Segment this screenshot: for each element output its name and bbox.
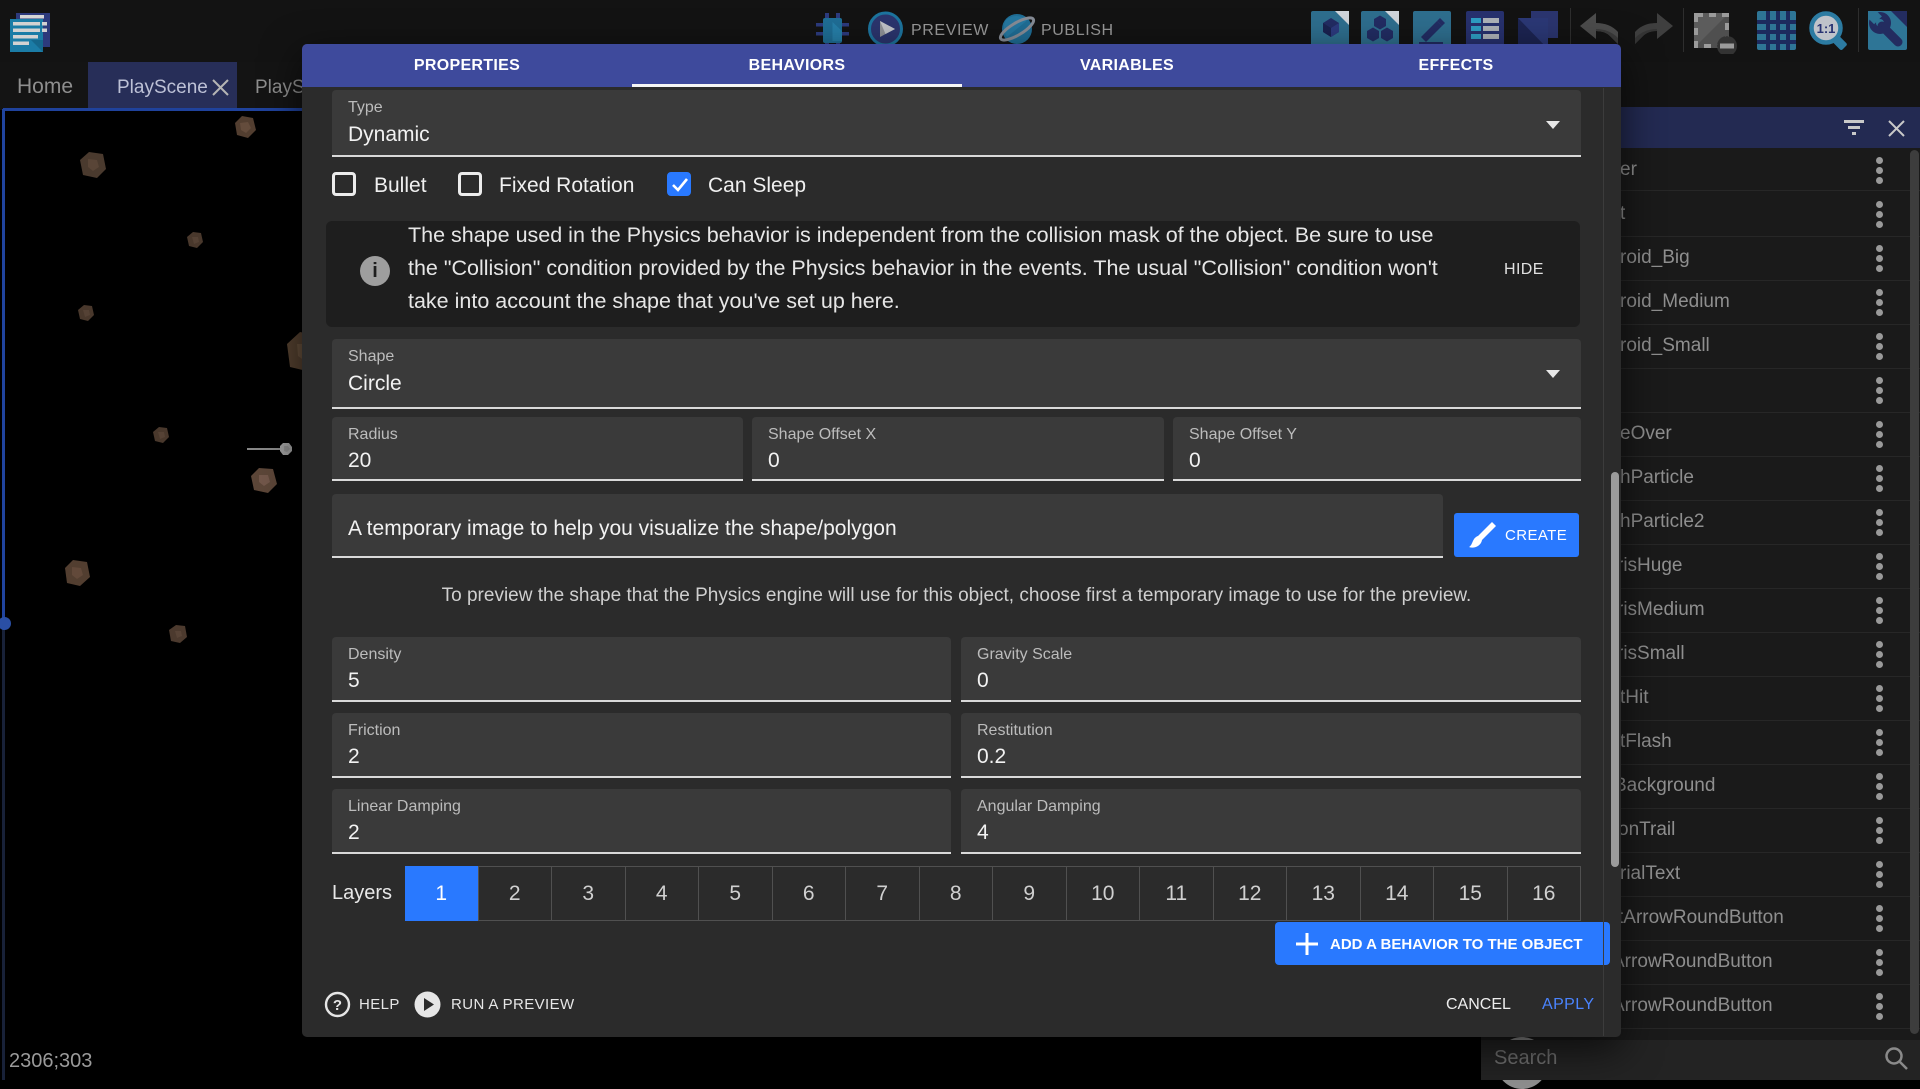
svg-text:?: ? [333, 997, 342, 1014]
svg-text:1:1: 1:1 [1817, 21, 1836, 36]
